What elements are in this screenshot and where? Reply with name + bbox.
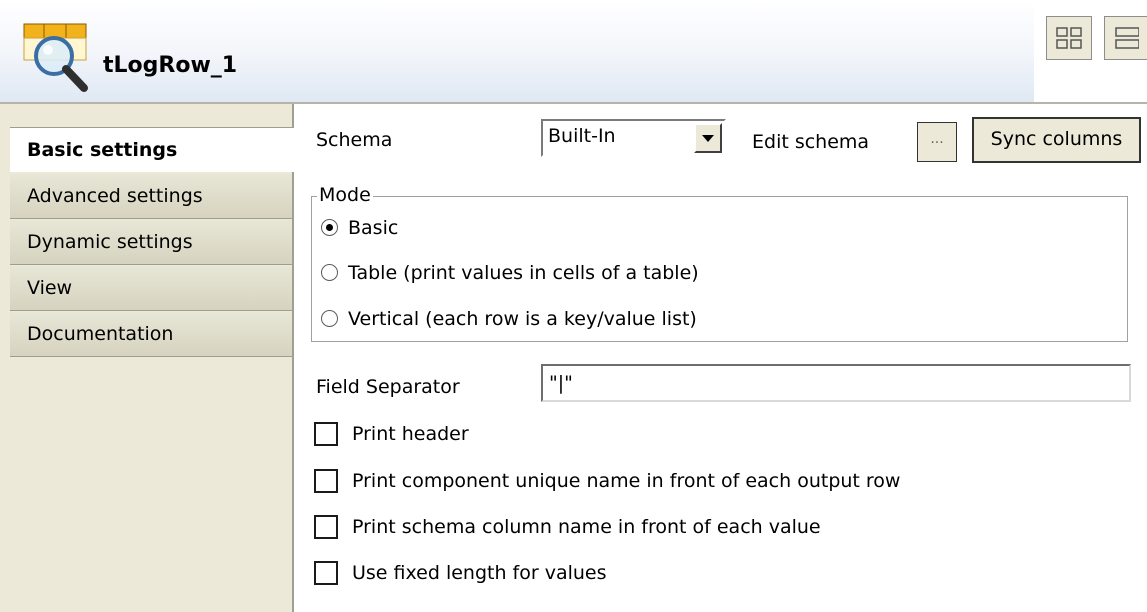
mode-table-radio[interactable]	[321, 264, 338, 281]
print-unique-name-checkbox[interactable]	[314, 469, 338, 493]
tab-dynamic-settings[interactable]: Dynamic settings	[10, 220, 292, 265]
layout-grid-icon[interactable]	[1046, 16, 1092, 60]
component-title: tLogRow_1	[103, 53, 238, 78]
print-unique-name-label: Print component unique name in front of …	[352, 470, 901, 492]
edit-schema-button[interactable]: ...	[917, 122, 957, 162]
schema-label: Schema	[316, 129, 393, 151]
mode-vertical-radio[interactable]	[321, 310, 338, 327]
chevron-down-icon[interactable]	[694, 123, 722, 153]
tab-view[interactable]: View	[10, 266, 292, 311]
mode-vertical-label: Vertical (each row is a key/value list)	[348, 308, 697, 330]
tab-basic-settings[interactable]: Basic settings	[10, 127, 294, 172]
log-row-magnifier-icon	[23, 23, 88, 92]
field-separator-input[interactable]	[541, 364, 1131, 402]
tab-advanced-settings[interactable]: Advanced settings	[10, 174, 292, 219]
print-header-checkbox[interactable]	[314, 422, 338, 446]
component-header: tLogRow_1	[0, 0, 1147, 104]
tab-documentation[interactable]: Documentation	[10, 312, 292, 357]
mode-legend: Mode	[317, 184, 373, 206]
sync-columns-button[interactable]: Sync columns	[972, 117, 1141, 163]
edit-schema-label: Edit schema	[752, 131, 870, 153]
mode-basic-label: Basic	[348, 217, 399, 239]
print-column-name-label: Print schema column name in front of eac…	[352, 516, 821, 538]
print-column-name-checkbox[interactable]	[314, 515, 338, 539]
schema-combo-value: Built-In	[548, 125, 616, 147]
print-header-label: Print header	[352, 423, 469, 445]
fixed-length-checkbox[interactable]	[314, 561, 338, 585]
mode-table-label: Table (print values in cells of a table)	[348, 262, 699, 284]
radio-selected-dot	[326, 224, 333, 231]
layout-list-icon[interactable]	[1104, 16, 1147, 60]
mode-basic-radio[interactable]	[321, 219, 338, 236]
fixed-length-label: Use fixed length for values	[352, 562, 607, 584]
schema-combo[interactable]: Built-In	[541, 119, 726, 157]
field-separator-label: Field Separator	[316, 376, 460, 398]
